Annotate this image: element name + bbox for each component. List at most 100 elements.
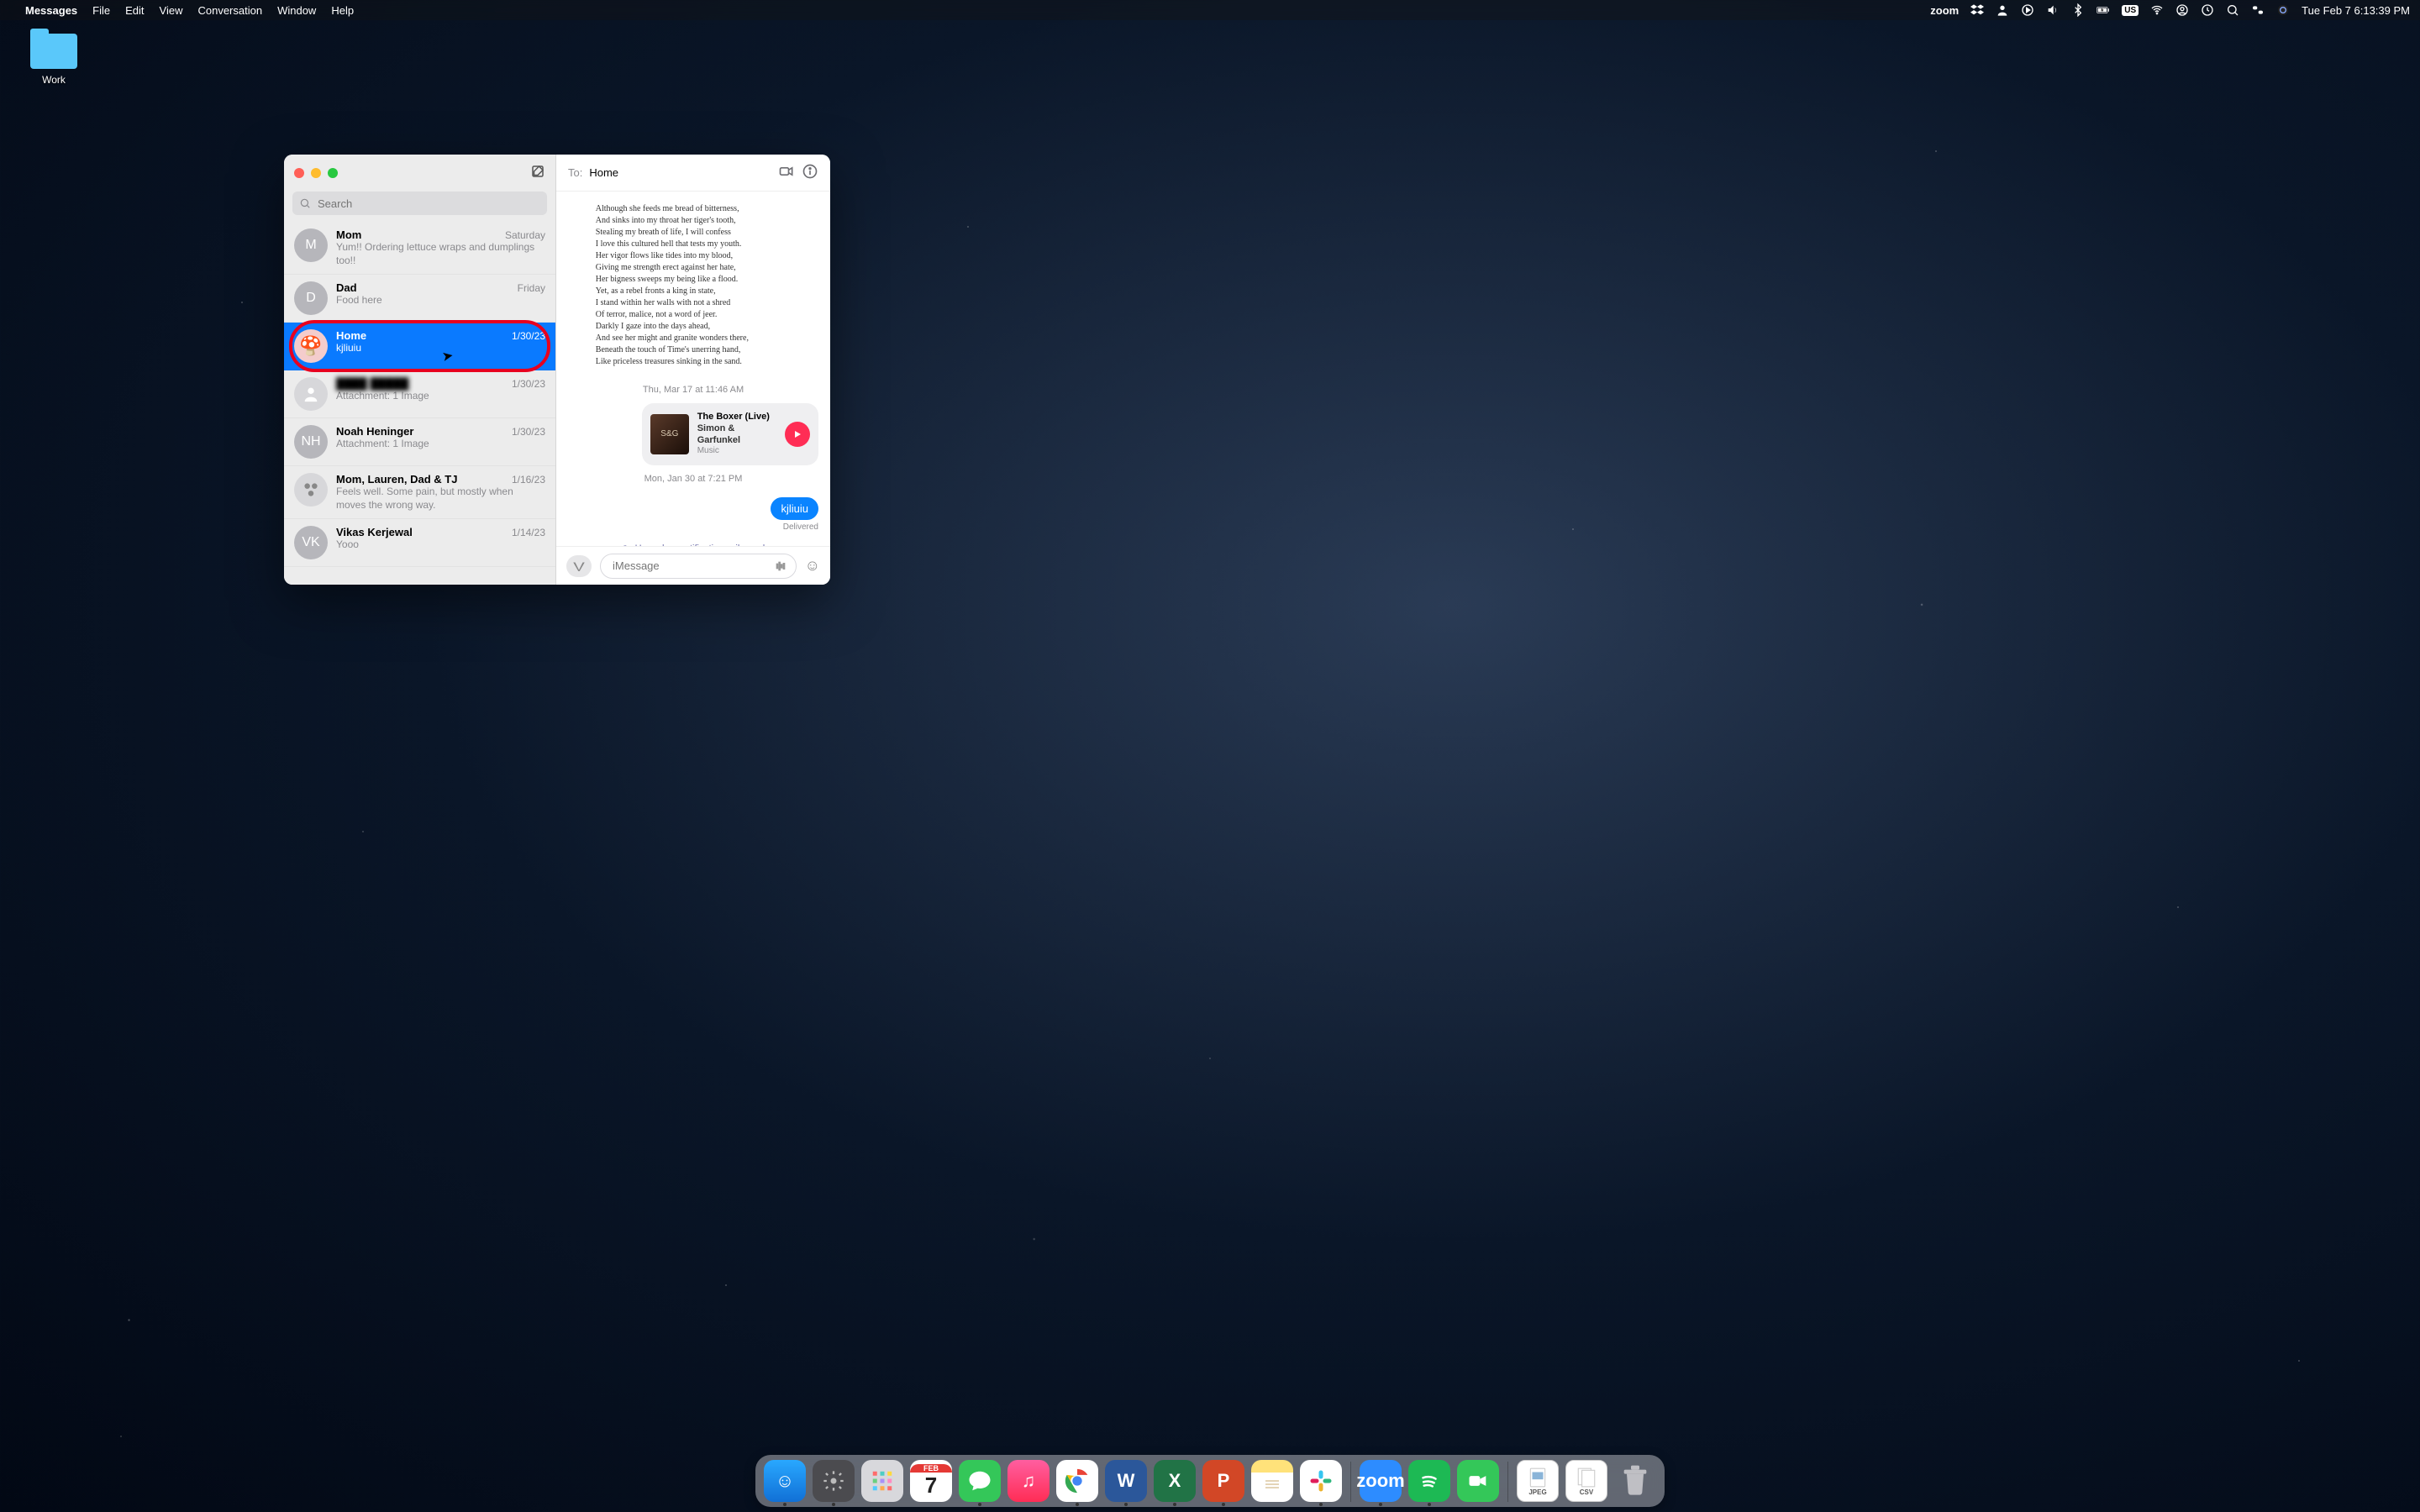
- dropbox-icon[interactable]: [1970, 3, 1984, 17]
- window-titlebar: [284, 155, 555, 192]
- dock-system-settings[interactable]: [813, 1460, 855, 1502]
- album-art: S&G: [650, 414, 689, 454]
- message-input[interactable]: [600, 554, 797, 579]
- conversation-row[interactable]: Mom, Lauren, Dad & TJ1/16/23Feels well. …: [284, 466, 555, 519]
- fullscreen-button[interactable]: [328, 168, 338, 178]
- conversation-date: Friday: [518, 282, 545, 294]
- apps-button[interactable]: [566, 555, 592, 577]
- folder-label: Work: [24, 74, 84, 86]
- avatar: [294, 377, 328, 411]
- conversation-preview: Yooo: [336, 538, 545, 552]
- conversation-name: Dad: [336, 281, 357, 294]
- minimize-button[interactable]: [311, 168, 321, 178]
- music-title: The Boxer (Live): [697, 412, 776, 423]
- to-name: Home: [589, 166, 618, 179]
- dock-facetime[interactable]: [1457, 1460, 1499, 1502]
- dock-notes[interactable]: [1251, 1460, 1293, 1502]
- conversation-list[interactable]: MMomSaturdayYum!! Ordering lettuce wraps…: [284, 222, 555, 585]
- menu-view[interactable]: View: [160, 4, 183, 17]
- dock-chrome[interactable]: [1056, 1460, 1098, 1502]
- poem-message: Although she feeds me bread of bitternes…: [596, 203, 791, 368]
- menu-window[interactable]: Window: [277, 4, 316, 17]
- bluetooth-icon[interactable]: [2071, 3, 2085, 17]
- zoom-menuextra[interactable]: zoom: [1930, 4, 1959, 17]
- emoji-button[interactable]: ☺: [805, 557, 820, 575]
- dock-separator-2: [1507, 1462, 1508, 1502]
- conversation-row[interactable]: MMomSaturdayYum!! Ordering lettuce wraps…: [284, 222, 555, 275]
- dock-launchpad[interactable]: [861, 1460, 903, 1502]
- conversation-row[interactable]: 🍄Home1/30/23kjliuiu➤: [284, 323, 555, 370]
- conversation-row[interactable]: D Dad FridayFood here: [284, 275, 555, 323]
- conversation-preview: Attachment: 1 Image: [336, 390, 545, 403]
- conversation-preview: Attachment: 1 Image: [336, 438, 545, 451]
- volume-icon[interactable]: [2046, 3, 2060, 17]
- to-label: To:: [568, 166, 582, 179]
- messages-window: MMomSaturdayYum!! Ordering lettuce wraps…: [284, 155, 830, 585]
- play-button[interactable]: [785, 422, 810, 447]
- search-input[interactable]: [292, 192, 547, 215]
- spotlight-icon[interactable]: [2226, 3, 2239, 17]
- dock-music[interactable]: ♫: [1007, 1460, 1050, 1502]
- conversation-row[interactable]: NHNoah Heninger1/30/23Attachment: 1 Imag…: [284, 418, 555, 466]
- menu-conversation[interactable]: Conversation: [197, 4, 262, 17]
- dock-trash[interactable]: [1614, 1460, 1656, 1502]
- siri-icon[interactable]: [2276, 3, 2290, 17]
- conversation-preview: Food here: [336, 294, 545, 307]
- battery-icon[interactable]: [2096, 3, 2110, 17]
- dock: ☺ FEB 7 ♫ W X P zoom JPEG CSV: [755, 1455, 1665, 1507]
- clock[interactable]: Tue Feb 7 6:13:39 PM: [2302, 4, 2410, 17]
- dock-messages[interactable]: [959, 1460, 1001, 1502]
- dock-zoom[interactable]: zoom: [1360, 1460, 1402, 1502]
- conversation-pane: To: Home Although she feeds me bread of …: [556, 155, 830, 585]
- timemachine-icon[interactable]: [2201, 3, 2214, 17]
- dock-excel[interactable]: X: [1154, 1460, 1196, 1502]
- avatar: VK: [294, 526, 328, 559]
- conversation-preview: Yum!! Ordering lettuce wraps and dumplin…: [336, 241, 545, 267]
- conversation-date: 1/30/23: [512, 378, 545, 390]
- dock-spotify[interactable]: [1408, 1460, 1450, 1502]
- avatar: 🍄: [294, 329, 328, 363]
- avatar: D: [294, 281, 328, 315]
- avatar: [294, 473, 328, 507]
- desktop-folder-work[interactable]: Work: [24, 34, 84, 86]
- dock-finder[interactable]: ☺: [764, 1460, 806, 1502]
- facetime-icon[interactable]: [778, 163, 795, 182]
- input-source[interactable]: US: [2122, 5, 2139, 16]
- conversation-row[interactable]: ████ █████ 1/30/23Attachment: 1 Image: [284, 370, 555, 418]
- timestamp-2: Mon, Jan 30 at 7:21 PM: [644, 474, 743, 484]
- close-button[interactable]: [294, 168, 304, 178]
- wifi-icon[interactable]: [2150, 3, 2164, 17]
- timestamp-1: Thu, Mar 17 at 11:46 AM: [643, 385, 744, 395]
- dock-word[interactable]: W: [1105, 1460, 1147, 1502]
- account-icon[interactable]: [2175, 3, 2189, 17]
- dock-calendar[interactable]: FEB 7: [910, 1460, 952, 1502]
- user-icon[interactable]: [1996, 3, 2009, 17]
- music-artist: Simon & Garfunkel: [697, 423, 776, 447]
- dock-file-csv[interactable]: CSV: [1565, 1460, 1607, 1502]
- compose-button[interactable]: [530, 164, 545, 183]
- message-list[interactable]: Although she feeds me bread of bitternes…: [556, 192, 830, 546]
- menu-help[interactable]: Help: [331, 4, 354, 17]
- delivery-status: Delivered: [783, 522, 818, 532]
- dock-separator: [1350, 1462, 1351, 1502]
- now-playing-icon[interactable]: [2021, 3, 2034, 17]
- dock-slack[interactable]: [1300, 1460, 1342, 1502]
- conversation-date: Saturday: [505, 229, 545, 241]
- conversation-preview: Feels well. Some pain, but mostly when m…: [336, 486, 545, 512]
- conversation-date: 1/30/23: [512, 426, 545, 438]
- music-attachment[interactable]: S&G The Boxer (Live) Simon & Garfunkel M…: [642, 403, 818, 465]
- conversation-row[interactable]: VKVikas Kerjewal1/14/23Yooo: [284, 519, 555, 567]
- conversation-name: Mom, Lauren, Dad & TJ: [336, 473, 457, 486]
- menu-file[interactable]: File: [92, 4, 110, 17]
- control-center-icon[interactable]: [2251, 3, 2265, 17]
- dock-powerpoint[interactable]: P: [1202, 1460, 1244, 1502]
- music-source: Music: [697, 446, 776, 457]
- conversation-name: ████ █████: [336, 377, 409, 390]
- info-icon[interactable]: [802, 163, 818, 182]
- conversation-sidebar: MMomSaturdayYum!! Ordering lettuce wraps…: [284, 155, 556, 585]
- app-menu[interactable]: Messages: [25, 4, 77, 17]
- conversation-name: Home: [336, 329, 366, 342]
- menu-edit[interactable]: Edit: [125, 4, 144, 17]
- dock-file-jpeg[interactable]: JPEG: [1517, 1460, 1559, 1502]
- calendar-month: FEB: [910, 1464, 952, 1473]
